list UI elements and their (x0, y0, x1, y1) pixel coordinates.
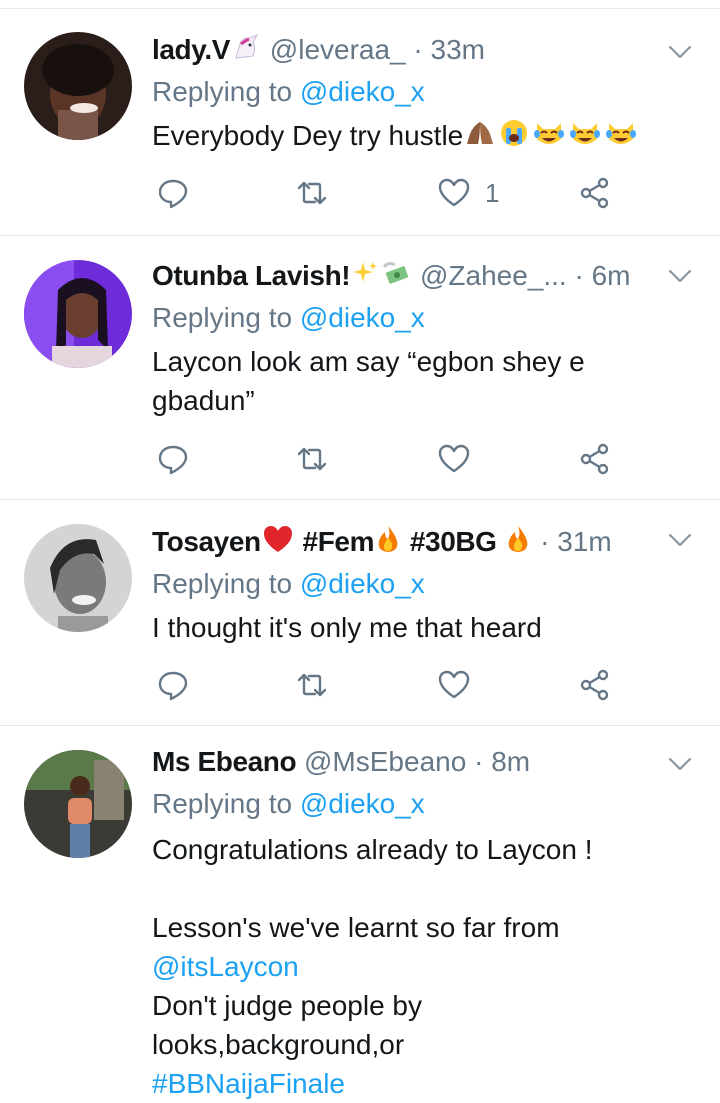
chevron-down-icon[interactable] (664, 524, 696, 556)
fire-icon (375, 524, 401, 563)
reply-icon (158, 179, 188, 209)
separator-dot: · (574, 260, 584, 291)
retweet-icon (297, 181, 327, 205)
replying-to: Replying to @dieko_x (152, 300, 425, 336)
heart-icon (438, 670, 470, 699)
replying-to-handle[interactable]: @dieko_x (300, 76, 425, 107)
replying-to-label: Replying to (152, 788, 293, 819)
fire-icon (505, 524, 531, 563)
tweet-actions (152, 442, 632, 478)
tweet-text-content: I thought it's only me that heard (152, 612, 542, 643)
display-name[interactable]: Otunba Lavish! (152, 260, 351, 291)
replying-to-handle[interactable]: @dieko_x (300, 568, 425, 599)
retweet-button[interactable] (295, 668, 329, 704)
separator-dot: · (413, 34, 423, 65)
heart-icon (438, 444, 470, 473)
reply-button[interactable] (156, 668, 190, 704)
share-button[interactable] (578, 442, 612, 478)
tweet-text-line: looks,background,or (152, 1029, 405, 1060)
retweet-icon (297, 447, 327, 471)
timestamp[interactable]: 33m (431, 34, 485, 65)
share-icon (580, 443, 609, 475)
replying-to-label: Replying to (152, 76, 293, 107)
loudly-crying-face-icon (498, 117, 530, 159)
tweet-text-line: Lesson's we've learnt so far from (152, 912, 560, 943)
separator-dot: · (474, 746, 484, 777)
share-icon (580, 669, 609, 701)
replying-to: Replying to @dieko_x (152, 786, 425, 822)
timestamp[interactable]: 31m (557, 526, 611, 557)
reply-button[interactable] (156, 176, 190, 212)
tweet-text-line: gbadun” (152, 385, 255, 416)
tweet-text-line: Congratulations already to Laycon ! (152, 834, 593, 865)
red-heart-icon (262, 524, 294, 563)
avatar[interactable] (24, 524, 132, 632)
name-hashtag-30bg[interactable]: #30BG (410, 526, 497, 557)
replying-to-label: Replying to (152, 568, 293, 599)
tweet-actions (152, 668, 632, 704)
handle[interactable]: @MsEbeano (304, 746, 466, 777)
tweet-text-content: Everybody Dey try hustle (152, 120, 464, 151)
retweet-icon (297, 673, 327, 697)
avatar[interactable] (24, 260, 132, 368)
chevron-down-icon[interactable] (664, 748, 696, 780)
like-button[interactable] (437, 442, 471, 478)
display-name[interactable]: Tosayen (152, 526, 261, 557)
hashtag-link[interactable]: #BBNaijaFinale (152, 1064, 682, 1103)
replying-to-handle[interactable]: @dieko_x (300, 788, 425, 819)
timestamp[interactable]: 6m (592, 260, 631, 291)
handle[interactable]: @leveraa_ (270, 34, 406, 65)
share-button[interactable] (578, 176, 612, 212)
unicorn-icon (231, 32, 261, 71)
praying-hands-icon (464, 118, 496, 158)
chevron-down-icon[interactable] (664, 36, 696, 68)
cat-tears-of-joy-icon (532, 117, 566, 159)
name-hashtag-fem[interactable]: #Fem (303, 526, 375, 557)
tweet-actions: 1 (152, 176, 632, 212)
timestamp[interactable]: 8m (491, 746, 530, 777)
like-count: 1 (485, 178, 500, 208)
replying-to: Replying to @dieko_x (152, 74, 425, 110)
retweet-button[interactable] (295, 176, 329, 212)
reply-button[interactable] (156, 442, 190, 478)
tweet-lady-v[interactable]: lady.V @leveraa_ · 33m Replying to @diek… (0, 10, 720, 236)
sparkles-icon (351, 259, 379, 296)
tweet-text: Congratulations already to Laycon ! Less… (152, 830, 682, 1103)
chevron-down-icon[interactable] (664, 260, 696, 292)
replying-to: Replying to @dieko_x (152, 566, 425, 602)
tweet-text: Everybody Dey try hustle (152, 116, 682, 159)
tweet-text-line: Laycon look am say “egbon shey e (152, 346, 585, 377)
tweet-text-line: Don't judge people by (152, 990, 422, 1021)
share-button[interactable] (578, 668, 612, 704)
retweet-button[interactable] (295, 442, 329, 478)
top-divider (0, 0, 720, 9)
handle[interactable]: @Zahee_... (420, 260, 567, 291)
money-with-wings-icon (381, 259, 411, 296)
tweet-ms-ebeano[interactable]: Ms Ebeano @MsEbeano · 8m Replying to @di… (0, 726, 720, 1101)
separator-dot: · (540, 526, 550, 557)
reply-icon (158, 445, 188, 475)
replying-to-label: Replying to (152, 302, 293, 333)
like-button[interactable] (437, 668, 471, 704)
heart-icon (438, 178, 470, 207)
tweet-tosayen[interactable]: Tosayen #Fem #30BG · 31m Replying to @di… (0, 500, 720, 726)
tweet-otunba-lavish[interactable]: Otunba Lavish! @Zahee_... · 6m Replying … (0, 236, 720, 500)
like-button[interactable]: 1 (437, 176, 499, 212)
tweet-text: Laycon look am say “egbon shey e gbadun” (152, 342, 682, 420)
cat-tears-of-joy-icon (604, 117, 638, 159)
display-name[interactable]: Ms Ebeano (152, 746, 297, 777)
mention-link[interactable]: @itsLaycon (152, 947, 682, 986)
share-icon (580, 177, 609, 209)
tweet-text: I thought it's only me that heard (152, 608, 682, 647)
avatar[interactable] (24, 32, 132, 140)
avatar[interactable] (24, 750, 132, 858)
reply-icon (158, 671, 188, 701)
replying-to-handle[interactable]: @dieko_x (300, 302, 425, 333)
display-name[interactable]: lady.V (152, 34, 230, 65)
cat-tears-of-joy-icon (568, 117, 602, 159)
